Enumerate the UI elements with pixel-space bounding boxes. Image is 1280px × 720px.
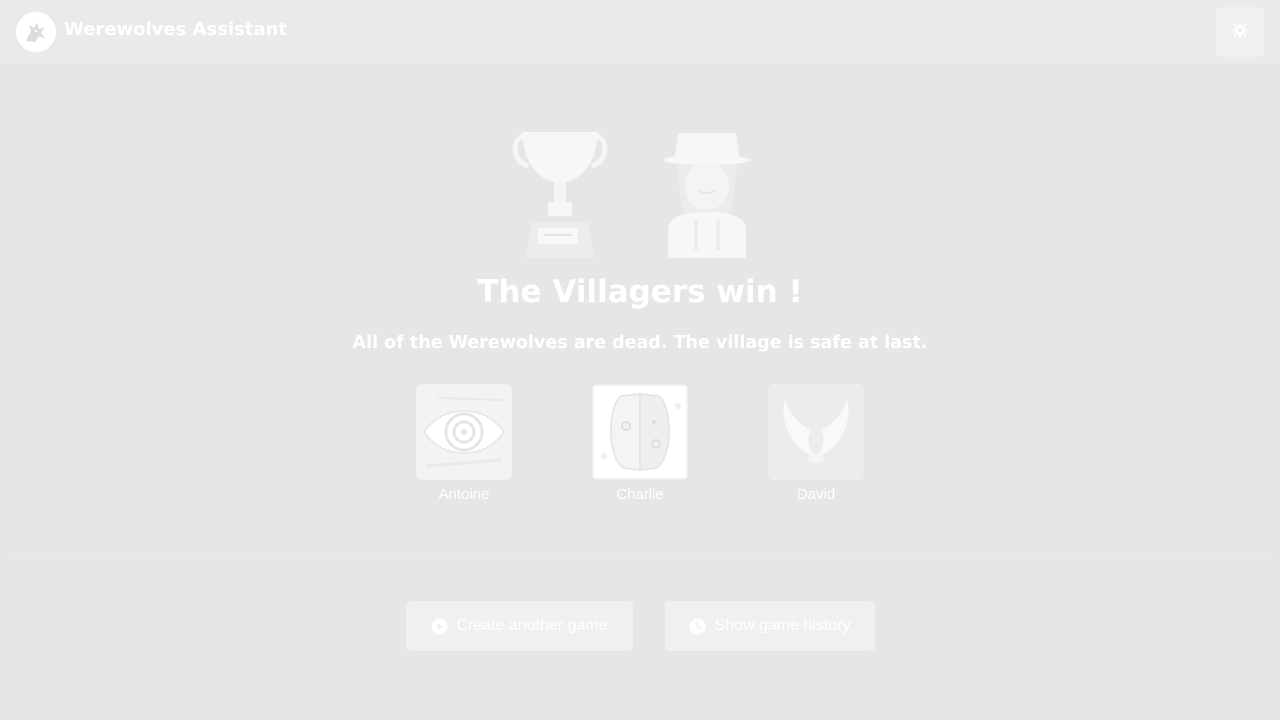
player-name: Charlie bbox=[616, 486, 664, 503]
angel-wings-icon bbox=[768, 384, 864, 480]
top-navbar: Werewolves Assistant bbox=[0, 0, 1280, 64]
player-card-antoine[interactable]: Antoine bbox=[404, 384, 524, 508]
villager-icon bbox=[660, 130, 754, 260]
create-another-game-label: Create another game bbox=[456, 617, 608, 634]
settings-button[interactable] bbox=[1216, 7, 1264, 57]
player-card-charlie[interactable]: Charlie bbox=[580, 384, 700, 508]
create-another-game-button[interactable]: Create another game bbox=[406, 601, 633, 651]
seer-eye-icon bbox=[416, 384, 512, 480]
winner-subtitle: All of the Werewolves are dead. The vill… bbox=[352, 333, 928, 353]
show-game-history-label: Show game history bbox=[714, 617, 851, 634]
player-name: David bbox=[796, 486, 836, 503]
section-divider bbox=[8, 556, 1272, 557]
two-faced-mask-icon bbox=[592, 384, 688, 480]
player-card-david[interactable]: David bbox=[756, 384, 876, 508]
play-circle-icon bbox=[431, 618, 448, 635]
player-name: Antoine bbox=[438, 486, 490, 503]
show-game-history-button[interactable]: Show game history bbox=[665, 601, 875, 651]
clock-icon bbox=[689, 618, 706, 635]
werewolf-head-icon[interactable] bbox=[16, 12, 56, 52]
winner-title: The Villagers win ! bbox=[477, 274, 803, 310]
gear-icon bbox=[1232, 22, 1248, 42]
app-title[interactable]: Werewolves Assistant bbox=[64, 19, 287, 40]
trophy-icon bbox=[508, 130, 612, 260]
